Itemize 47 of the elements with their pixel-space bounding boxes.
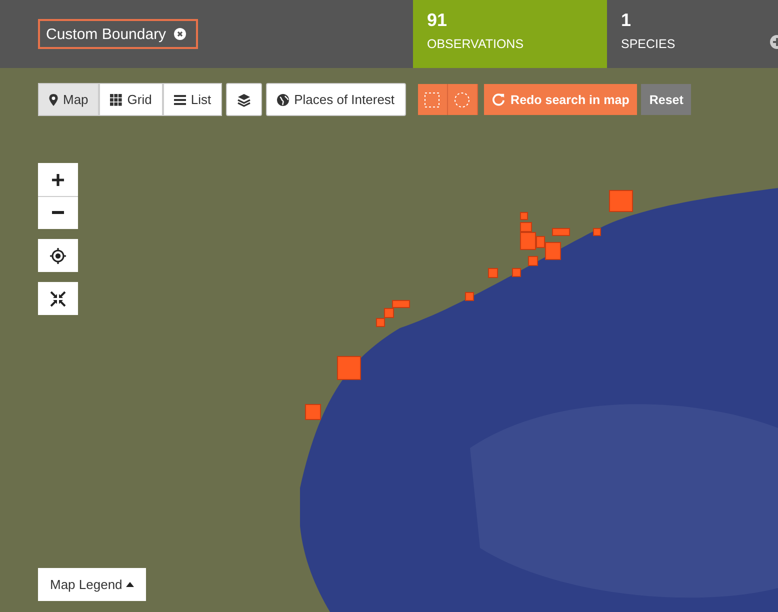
caret-up-icon	[126, 582, 134, 587]
zoom-out-button[interactable]	[38, 196, 78, 229]
observation-marker[interactable]	[465, 292, 474, 301]
observation-marker[interactable]	[488, 268, 498, 278]
zoom-in-button[interactable]	[38, 163, 78, 196]
view-tab[interactable]: Grid	[99, 83, 163, 116]
observation-marker[interactable]	[376, 318, 385, 327]
observation-marker[interactable]	[337, 356, 361, 380]
observation-marker[interactable]	[520, 232, 536, 250]
pin-icon	[49, 94, 58, 106]
observation-marker[interactable]	[545, 242, 561, 260]
reset-button[interactable]: Reset	[641, 84, 692, 115]
observation-marker[interactable]	[520, 222, 532, 232]
places-button[interactable]: Places of Interest	[266, 83, 406, 116]
observation-marker[interactable]	[536, 236, 545, 248]
observation-marker[interactable]	[609, 190, 633, 212]
refresh-icon	[492, 93, 505, 106]
observation-marker[interactable]	[528, 256, 538, 266]
arrows-inward-icon	[50, 290, 66, 306]
remove-icon[interactable]	[174, 28, 186, 40]
satellite-map[interactable]: Map Grid List Places of Interest Redo search in map Reset Map Legend	[0, 68, 778, 612]
rectangle-select-button[interactable]	[418, 84, 448, 115]
dashed-circle-icon	[454, 92, 470, 108]
observation-marker[interactable]	[512, 268, 521, 277]
fullscreen-button[interactable]	[38, 282, 78, 315]
circle-select-button[interactable]	[448, 84, 478, 115]
map-legend-button[interactable]: Map Legend	[38, 568, 146, 601]
layers-icon	[237, 92, 252, 106]
view-tab[interactable]: Map	[38, 83, 100, 116]
observation-marker[interactable]	[520, 212, 528, 220]
observation-marker[interactable]	[384, 308, 394, 318]
globe-icon	[277, 94, 290, 106]
target-icon	[50, 248, 66, 264]
grid-icon	[110, 94, 122, 106]
layers-button[interactable]	[226, 83, 262, 116]
view-tab[interactable]: List	[162, 83, 222, 116]
filter-chip[interactable]: Custom Boundary	[38, 19, 198, 49]
plus-icon	[51, 172, 65, 186]
locate-button[interactable]	[38, 239, 78, 272]
observation-marker[interactable]	[552, 228, 570, 236]
dashed-square-icon	[424, 92, 440, 108]
minus-icon	[52, 211, 64, 215]
observation-marker[interactable]	[305, 404, 321, 420]
observation-marker[interactable]	[392, 300, 410, 308]
filter-label: Custom Boundary	[46, 26, 166, 42]
list-icon	[174, 94, 186, 106]
observation-marker[interactable]	[593, 228, 601, 236]
